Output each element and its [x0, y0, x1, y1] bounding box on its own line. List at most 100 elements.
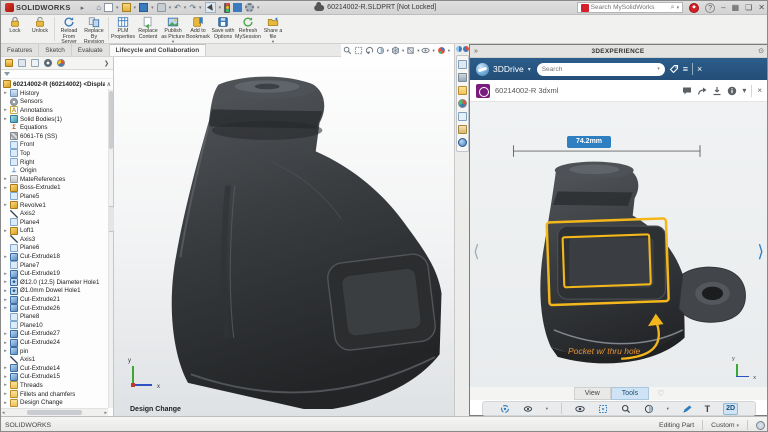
file-explorer-icon[interactable]	[457, 86, 467, 95]
expand-caret-icon[interactable]: ▸	[3, 340, 8, 346]
expand-caret-icon[interactable]: ▸	[3, 185, 8, 191]
property-manager-icon[interactable]	[18, 59, 26, 67]
tree-item[interactable]: Plane8	[1, 312, 108, 321]
mysolidworks-search-input[interactable]	[590, 4, 669, 11]
refresh-mysession-button[interactable]: Refresh MySession	[235, 16, 261, 40]
dimension-badge[interactable]: 74.2mm	[567, 136, 611, 148]
tree-item[interactable]: Axis1	[1, 355, 108, 364]
expand-caret-icon[interactable]: ▸	[3, 279, 8, 285]
display-style-icon[interactable]	[406, 46, 415, 55]
text-tool-icon[interactable]: T	[705, 404, 711, 414]
panel-search[interactable]: ▾	[536, 62, 665, 76]
tree-item[interactable]: Plane10	[1, 321, 108, 330]
tree-item[interactable]: ▸ Ø1.0mm Dowel Hole1	[1, 286, 108, 296]
tree-item[interactable]: Axis2	[1, 209, 108, 218]
tab-view[interactable]: View	[573, 387, 611, 400]
expand-caret-icon[interactable]: ▸	[3, 382, 8, 388]
3d-viewer[interactable]: ⟨ ⟩ 74.2mm Pocket w/ thru hole y x	[470, 102, 767, 387]
display-manager-icon[interactable]	[57, 59, 65, 67]
pin-panel-icon[interactable]: ⊙	[758, 47, 764, 55]
download-icon[interactable]	[712, 86, 722, 96]
expand-caret-icon[interactable]: ▸	[3, 107, 8, 113]
tree-item[interactable]: ▸ Revolve1	[1, 201, 108, 210]
share-a-file-button[interactable]: Share a file ▾	[261, 16, 285, 44]
expand-caret-icon[interactable]: ▸	[3, 288, 8, 294]
expand-caret-icon[interactable]: ▸	[3, 254, 8, 260]
tree-item[interactable]: ▸ Ø12.0 (12.5) Diameter Hole1	[1, 278, 108, 287]
pencil-icon[interactable]	[682, 404, 692, 414]
expand-caret-icon[interactable]: ▸	[3, 374, 8, 380]
3ds-compass-icon[interactable]	[476, 62, 489, 76]
tab-tools[interactable]: Tools	[610, 387, 650, 400]
tree-item[interactable]: ▸ Design Change	[1, 398, 108, 407]
tree-item[interactable]: Plane6	[1, 243, 108, 253]
add-to-bookmark-button[interactable]: Add to Bookmark	[186, 16, 210, 40]
publish-as-picture-button[interactable]: Publish as Picture ▾	[161, 16, 185, 44]
file-properties-icon[interactable]	[233, 3, 243, 12]
tree-item[interactable]: Equations	[1, 123, 108, 132]
tab-lifecycle-and-collaboration[interactable]: Lifecycle and Collaboration	[109, 44, 207, 56]
plm-properties-button[interactable]: PLM Properties	[111, 16, 135, 40]
tree-item[interactable]: Plane4	[1, 218, 108, 227]
tab-features[interactable]: Features	[1, 44, 40, 56]
search-scope-caret-icon[interactable]: ▾	[677, 5, 680, 11]
expand-caret-icon[interactable]: ▸	[3, 348, 8, 354]
tree-item[interactable]: ▸ Annotations	[1, 106, 108, 115]
panel-close-icon[interactable]: ×	[697, 64, 702, 74]
expand-caret-icon[interactable]: ▸	[3, 365, 8, 371]
open-icon[interactable]	[121, 3, 131, 12]
2d-mode-button[interactable]: 2D	[723, 402, 739, 415]
design-library-icon[interactable]	[457, 73, 467, 82]
tree-item[interactable]: Front	[1, 140, 108, 150]
tree-item[interactable]: Sensors	[1, 97, 108, 107]
previous-file-arrow-icon[interactable]: ⟨	[473, 242, 480, 262]
replace-by-revision-button[interactable]: Replace By Revision	[82, 16, 106, 46]
expand-caret-icon[interactable]: ▸	[3, 228, 8, 234]
expand-caret-icon[interactable]: ▸	[3, 331, 8, 337]
tree-item[interactable]: ▸ Cut-Extrude14	[1, 364, 108, 373]
tree-horizontal-scrollbar[interactable]: ◂ ▸	[1, 408, 108, 416]
replace-content-button[interactable]: Replace Content	[136, 16, 160, 40]
expand-caret-icon[interactable]: ▸	[3, 271, 8, 277]
tree-item[interactable]: 6061-T6 (SS)	[1, 132, 108, 141]
tree-item[interactable]: ▸ Cut-Extrude19	[1, 269, 108, 278]
zoom-area-icon[interactable]	[354, 46, 363, 55]
expand-caret-icon[interactable]: ▸	[3, 400, 8, 406]
app-switch-caret-icon[interactable]: ▾	[528, 66, 531, 73]
windows-icon[interactable]: ❏	[745, 3, 752, 13]
tree-item[interactable]: Right	[1, 158, 108, 167]
view-palette-icon[interactable]	[457, 112, 467, 121]
tree-item[interactable]: Top	[1, 149, 108, 158]
tab-evaluate[interactable]: Evaluate	[71, 44, 110, 56]
info-icon[interactable]	[727, 86, 737, 96]
tree-filter-row[interactable]	[1, 70, 113, 79]
dimxpert-icon[interactable]	[44, 59, 52, 67]
configuration-manager-icon[interactable]	[31, 59, 39, 67]
rebuild-icon[interactable]	[224, 2, 231, 13]
tree-item[interactable]: ▸ Cut-Extrude26	[1, 304, 108, 313]
lock-button[interactable]: Lock	[3, 16, 27, 35]
3dexperience-icon[interactable]	[455, 46, 462, 52]
comment-icon[interactable]	[682, 86, 692, 96]
redo-icon[interactable]: ↷	[189, 3, 196, 12]
tree-item[interactable]: ▸ Fillets and chamfers	[1, 390, 108, 399]
layout-icon[interactable]: ▦	[732, 3, 740, 13]
favorite-icon[interactable]: ♡	[657, 389, 664, 398]
tree-item[interactable]: Origin	[1, 166, 108, 175]
tree-item[interactable]: Plane5	[1, 192, 108, 201]
tag-icon[interactable]	[669, 64, 679, 74]
options-icon[interactable]	[245, 3, 255, 12]
save-with-options-button[interactable]: Save with Options	[211, 16, 235, 40]
save-icon[interactable]	[139, 3, 149, 12]
expand-caret-icon[interactable]: ▸	[3, 391, 8, 397]
expand-caret-icon[interactable]: ▸	[3, 202, 8, 208]
view-orientation-icon[interactable]	[391, 46, 400, 55]
menu-icon[interactable]: ≡	[683, 64, 688, 74]
mysolidworks-search[interactable]: ⌕ ▾	[576, 2, 684, 13]
zoom-fit-icon[interactable]	[343, 46, 352, 55]
feature-tree-icon[interactable]	[5, 59, 13, 67]
tree-item[interactable]: ▸ MateReferences	[1, 175, 108, 184]
tree-item[interactable]: Plane7	[1, 261, 108, 270]
expand-caret-icon[interactable]: ▸	[3, 116, 8, 122]
tree-item[interactable]: ▸ History	[1, 89, 108, 98]
